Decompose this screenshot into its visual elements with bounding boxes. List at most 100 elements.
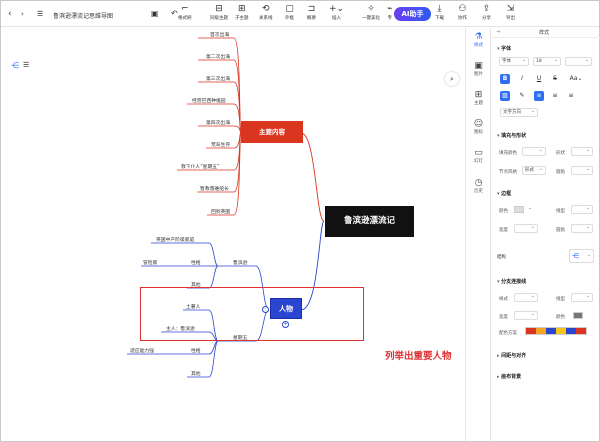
mindmap-canvas[interactable]: ⋲ ☰ ⌕ 首次出海 第二次出海 第三次出海 经营巴西种植园 第四次出海 荒岛生… [1, 28, 465, 441]
back-icon[interactable]: ‹ [8, 9, 12, 19]
ai-assistant-button[interactable]: AI助手 [394, 7, 431, 21]
shape-select[interactable] [571, 147, 593, 156]
tab-icon[interactable]: ☺ 图标 [466, 119, 491, 136]
text-case-button[interactable]: Aa⌄ [568, 74, 584, 84]
border-color-swatch[interactable] [514, 206, 524, 213]
character-trait[interactable]: 性格 [191, 259, 201, 266]
scheme-swatch [526, 328, 536, 334]
forward-icon[interactable]: › [21, 9, 24, 19]
relation-line-button[interactable]: ⟲ 关系线 [259, 4, 273, 22]
style-panel: ⇥ 样式 字体 字体 18 B I U S Aa⌄ ▨ ✎ ≡ ≡ ≡ 文字方向… [490, 28, 600, 441]
text-direction-select[interactable]: 文字方向 [500, 108, 538, 117]
branch-style-select[interactable] [514, 293, 538, 302]
slides-icon: ▭ [474, 148, 483, 158]
main-item[interactable]: 第二次出海 [206, 53, 230, 60]
line-type-select[interactable] [571, 205, 593, 214]
main-item[interactable]: 荒岛生存 [211, 141, 230, 148]
main-item[interactable]: 救下仆人“星期五” [181, 163, 220, 170]
plus-icon: +⌄ [329, 4, 345, 14]
branch-color-label: 颜色 [556, 315, 565, 320]
align-center-button[interactable]: ≡ [550, 91, 560, 101]
branch-width-select[interactable] [514, 311, 538, 320]
structure-select[interactable]: ⋲ [569, 249, 594, 263]
add-child-toggle[interactable]: + [282, 321, 289, 328]
color-scheme-label: 配色方案 [499, 331, 517, 336]
undo-icon[interactable]: ↶ [171, 9, 178, 19]
align-left-button[interactable]: ≡ [534, 91, 544, 101]
main-topic[interactable]: 主要内容 [241, 121, 303, 143]
special-button[interactable]: ⌁ 专 [387, 4, 392, 22]
summary-button[interactable]: ⊐ 概要 [307, 4, 316, 22]
character-trait[interactable]: 性格 [191, 347, 201, 354]
document-title[interactable]: 鲁滨逊漂流记思维导图 [53, 11, 113, 20]
highlight-color-button[interactable]: ✎ [517, 91, 527, 101]
tab-image[interactable]: ▣ 图片 [466, 61, 491, 78]
beautify-button[interactable]: ✧ 一键美化 [362, 4, 380, 22]
branch-line-select[interactable] [571, 293, 593, 302]
branch-section-title[interactable]: 分支连接线 [497, 278, 526, 285]
branch-color-swatch[interactable] [573, 312, 583, 319]
node-style-select[interactable]: 形式 [522, 166, 546, 175]
main-item[interactable]: 第三次出海 [206, 75, 230, 82]
insert-button[interactable]: +⌄ 插入 [329, 4, 344, 22]
main-item[interactable]: 经营巴西种植园 [192, 97, 226, 104]
character-trait-value[interactable]: 适应能力强 [130, 347, 154, 354]
export-icon: ⇲ [506, 4, 515, 14]
main-item[interactable]: 首次出海 [210, 31, 229, 38]
thickness-select[interactable] [514, 224, 538, 233]
underline-button[interactable]: U [534, 74, 544, 84]
branch-line-label: 线型 [556, 297, 565, 302]
tab-theme[interactable]: ⊞ 主题 [466, 90, 491, 107]
menu-icon[interactable]: ☰ [37, 9, 43, 19]
tab-history[interactable]: ◷ 历史 [466, 178, 491, 195]
child-topic-button[interactable]: ⊞ 子主题 [235, 4, 249, 22]
collaborate-icon: ⚇ [458, 4, 467, 14]
italic-button[interactable]: I [517, 74, 527, 84]
color-scheme-select[interactable] [525, 327, 587, 335]
bold-button[interactable]: B [500, 74, 510, 84]
chevron-down-icon[interactable]: ⌄ [528, 206, 532, 211]
collapse-panel-icon[interactable]: ⇥ [496, 29, 500, 35]
main-item[interactable]: 回到英国 [211, 208, 230, 215]
strikethrough-button[interactable]: S [550, 74, 560, 84]
main-item[interactable]: 第四次出海 [206, 119, 230, 126]
export-button[interactable]: ⇲ 导出 [506, 4, 515, 22]
font-section-title[interactable]: 字体 [497, 45, 511, 52]
history-icon: ◷ [474, 178, 483, 188]
share-button[interactable]: ⇪ 分享 [482, 4, 491, 22]
tab-style[interactable]: ⚗ 样式 [466, 32, 491, 49]
corner-select[interactable] [571, 224, 593, 233]
fill-section-title[interactable]: 填充与形状 [497, 132, 526, 139]
border-section-title[interactable]: 边框 [497, 190, 511, 197]
download-button[interactable]: ⤓ 下载 [435, 4, 444, 22]
font-size-select[interactable]: 18 [533, 57, 561, 66]
tab-slides[interactable]: ▭ 幻灯 [466, 148, 491, 165]
collaborate-button[interactable]: ⚇ 协作 [458, 4, 467, 22]
text-color-button[interactable]: ▨ [500, 91, 510, 101]
corner-label: 圆角 [556, 228, 565, 233]
character-detail[interactable]: 冒险家 [143, 259, 157, 266]
font-family-select[interactable]: 字体 [499, 57, 529, 66]
spacing-section-title[interactable]: 间距与对齐 [497, 352, 526, 359]
font-weight-select[interactable] [565, 57, 592, 66]
main-item[interactable]: 暂救落难船长 [200, 185, 229, 192]
smile-icon: ☺ [473, 119, 484, 129]
outline-frame-button[interactable]: ▢ 外框 [285, 4, 294, 22]
background-section-title[interactable]: 画布背景 [497, 373, 521, 380]
round-select[interactable] [571, 166, 593, 175]
character-other[interactable]: 其他 [191, 370, 201, 377]
frame-icon: ▢ [285, 4, 294, 14]
character-name[interactable]: 鲁滨逊 [233, 259, 247, 266]
node-style-label: 节点风格 [499, 170, 517, 175]
collapse-toggle[interactable]: · [262, 306, 269, 313]
align-right-button[interactable]: ≡ [566, 91, 576, 101]
character-detail[interactable]: 英国中产阶级家庭 [156, 236, 194, 243]
child-topic-icon: ⊞ [237, 4, 246, 14]
characters-topic[interactable]: 人物 [270, 298, 302, 319]
save-icon[interactable]: ▣ [151, 9, 159, 19]
fill-color-select[interactable] [522, 147, 546, 156]
root-topic[interactable]: 鲁滨逊漂流记 [325, 206, 414, 237]
sibling-topic-button[interactable]: ⊟ 同级主题 [210, 4, 228, 22]
image-icon: ▣ [474, 61, 483, 71]
format-brush-button[interactable]: ⌐ 格式刷 [178, 4, 192, 22]
